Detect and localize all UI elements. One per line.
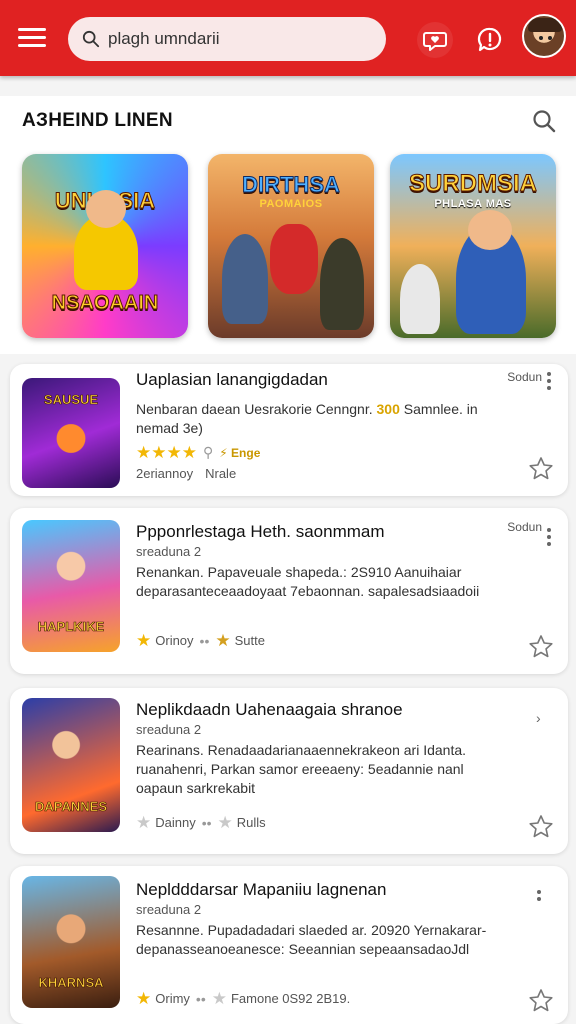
featured-subtitle: NSAOAAIN: [51, 292, 159, 315]
menu-icon[interactable]: [18, 26, 46, 50]
item-title: Neplikdaadn Uahenaagaia shranoe: [136, 700, 403, 719]
featured-title: DIRTHSA: [242, 172, 341, 198]
rating-label-secondary: Sutte: [234, 633, 265, 648]
featured-card[interactable]: SURDMSIA PHLASA MAS: [390, 154, 556, 338]
star-icon: ★: [211, 989, 227, 1008]
star-icon: ★: [181, 443, 197, 462]
star-icon: ★: [151, 443, 167, 462]
item-description: Rearinans. Renadaadarianaaennekrakeon ar…: [136, 742, 467, 796]
game-thumbnail: DAPANNES: [22, 698, 120, 832]
avatar[interactable]: [522, 14, 566, 58]
more-options-icon[interactable]: ›: [536, 710, 550, 732]
search-icon[interactable]: [530, 108, 558, 136]
item-meta: sreaduna 2: [136, 722, 202, 737]
favorite-star-icon[interactable]: [528, 814, 554, 840]
more-options-icon[interactable]: [546, 528, 552, 550]
top-app-bar: [0, 0, 576, 76]
item-title: Ppponrlestaga Heth. saonmmam: [136, 522, 385, 541]
item-meta: sreaduna 2: [136, 902, 202, 917]
star-icon: ★: [136, 631, 152, 650]
star-icon: ★: [136, 989, 152, 1008]
game-thumbnail: SAUSUE: [22, 378, 120, 488]
favorite-star-icon[interactable]: [528, 456, 554, 482]
list-item[interactable]: SAUSUE Uaplasian lanangigdadan Sodun Nen…: [10, 364, 568, 496]
featured-card[interactable]: DIRTHSA PAOMAIOS: [208, 154, 374, 338]
rating-label: Orimy: [155, 991, 190, 1006]
star-icon: ★: [217, 813, 233, 832]
item-tag: Sodun: [507, 520, 542, 534]
pin-icon: ⚲: [203, 444, 214, 460]
star-icon: ★: [136, 813, 152, 832]
item-tag: Sodun: [507, 370, 542, 384]
chat-heart-icon[interactable]: [417, 22, 453, 58]
star-icon: ★: [166, 443, 182, 462]
featured-subtitle: PAOMAIOS: [259, 198, 323, 210]
favorite-star-icon[interactable]: [528, 988, 554, 1014]
game-thumbnail: KHARNSA: [22, 876, 120, 1008]
star-icon: ★: [136, 443, 152, 462]
list-item[interactable]: DAPANNES Neplikdaadn Uahenaagaia shranoe…: [10, 688, 568, 854]
rating-label: 2eriannoy: [136, 466, 194, 481]
rating-label: Orinoy: [155, 633, 194, 648]
favorite-star-icon[interactable]: [528, 634, 554, 660]
more-options-icon[interactable]: [546, 372, 552, 394]
rating-row: ★ Dainny •• ★ Rulls: [136, 813, 266, 832]
section-header: AЗHEIND LINEN: [0, 96, 576, 144]
item-description: Resannne. Pupadadadari slaeded ar. 20920…: [136, 922, 487, 957]
featured-card[interactable]: UNURSIA NSAOAAIN: [22, 154, 188, 338]
search-bar[interactable]: [68, 17, 386, 61]
rating-label-secondary: Famone 0S92 2B19.: [230, 991, 351, 1006]
item-title: Nepldddarsar Mapaniiu lagnenan: [136, 880, 387, 899]
item-badge: ⚡ Enge: [219, 445, 261, 460]
section-title: AЗHEIND LINEN: [22, 110, 173, 131]
rating-row: ★ Orimy •• ★ Famone 0S92 2B19.: [136, 989, 351, 1008]
rating-label-secondary: Rulls: [236, 815, 266, 830]
item-title: Uaplasian lanangigdadan: [136, 370, 328, 389]
rating-labels: 2eriannoy Nrale: [136, 466, 236, 481]
more-options-icon[interactable]: [536, 890, 550, 912]
search-icon: [82, 30, 100, 48]
item-description: Renankan. Papaveuale shapeda.: 2S910 Aan…: [136, 564, 480, 599]
item-meta: sreaduna 2: [136, 544, 202, 559]
star-icon: ★: [215, 631, 231, 650]
rating-row: ★ ★ ★ ★ ⚲ ⚡ Enge: [136, 444, 260, 461]
list-item[interactable]: KHARNSA Nepldddarsar Mapaniiu lagnenan s…: [10, 866, 568, 1024]
featured-carousel: UNURSIA NSAOAAIN DIRTHSA PAOMAIOS SURDMS…: [0, 144, 576, 354]
alert-icon[interactable]: [472, 22, 508, 58]
featured-title: SURDMSIA: [408, 170, 537, 198]
item-description: Nenbaran daean Uesrakorie Cenngnr. 300 S…: [136, 401, 478, 436]
rating-label: Dainny: [155, 815, 196, 830]
rating-label-secondary: Nrale: [205, 466, 237, 481]
rating-row: ★ Orinoy •• ★ Sutte: [136, 631, 265, 650]
list-item[interactable]: HAPLKIKE Ppponrlestaga Heth. saonmmam So…: [10, 508, 568, 674]
featured-subtitle: PHLASA MAS: [434, 198, 512, 210]
game-thumbnail: HAPLKIKE: [22, 520, 120, 652]
search-input[interactable]: [108, 29, 358, 49]
